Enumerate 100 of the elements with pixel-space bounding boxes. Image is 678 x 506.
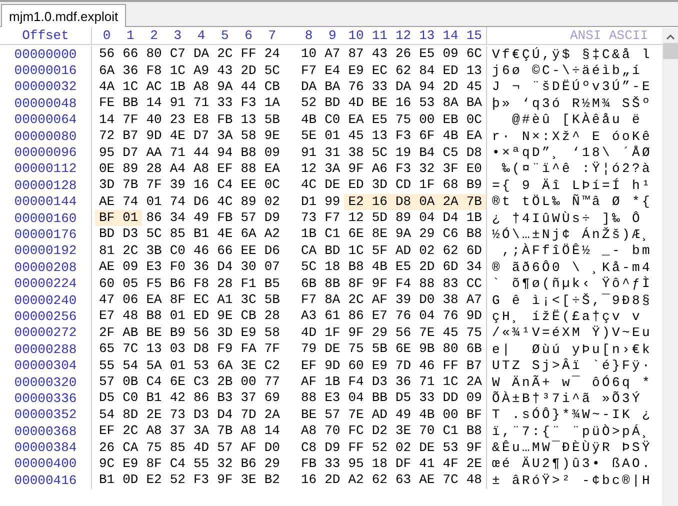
hex-byte[interactable]: 85 [166, 226, 190, 242]
hex-byte[interactable]: 36 [190, 259, 214, 276]
hex-byte[interactable]: 4B [297, 112, 321, 128]
hex-byte[interactable]: 9F [344, 160, 368, 177]
hex-byte[interactable]: A4 [166, 160, 190, 177]
hex-byte[interactable]: A6 [368, 160, 392, 177]
hex-byte[interactable]: 56 [95, 46, 119, 62]
hex-byte[interactable]: BE [368, 95, 392, 112]
hex-byte[interactable]: 02 [415, 242, 439, 259]
hex-byte[interactable]: EF [213, 160, 237, 177]
hex-byte[interactable]: 38 [344, 144, 368, 161]
hex-byte[interactable]: EE [236, 242, 260, 259]
hex-byte[interactable]: DE [415, 440, 439, 456]
hex-byte[interactable]: 9F [344, 324, 368, 341]
hex-byte[interactable]: FC [344, 423, 368, 440]
hex-byte[interactable]: BD [95, 226, 119, 242]
hex-byte[interactable]: 2C [344, 292, 368, 308]
hex-byte[interactable]: 62 [368, 472, 392, 488]
hex-byte[interactable]: 3D [95, 177, 119, 194]
hex-byte[interactable]: D0 [415, 292, 439, 308]
hex-byte[interactable]: 80 [438, 341, 462, 358]
hex-byte[interactable]: 24 [260, 46, 284, 62]
hex-byte[interactable]: 86 [190, 390, 214, 406]
hex-byte[interactable]: 7F [260, 341, 284, 358]
hex-byte[interactable]: 66 [118, 46, 142, 62]
hex-byte[interactable]: F4 [344, 374, 368, 390]
hex-byte[interactable]: 89 [118, 160, 142, 177]
hex-byte[interactable]: 39 [392, 292, 416, 308]
hex-byte[interactable]: 2D [415, 259, 439, 276]
hex-byte[interactable]: F3 [190, 472, 214, 488]
hex-byte[interactable]: B1 [142, 390, 166, 406]
hex-byte[interactable]: B6 [236, 456, 260, 472]
hex-byte[interactable]: 13 [142, 341, 166, 358]
hex-byte[interactable]: A2 [260, 226, 284, 242]
hex-byte[interactable]: 4D [344, 95, 368, 112]
hex-byte[interactable]: 68 [438, 177, 462, 194]
hex-byte[interactable]: 71 [415, 374, 439, 390]
hex-byte[interactable]: 77 [260, 374, 284, 390]
hex-byte[interactable]: 2E [462, 456, 486, 472]
hex-byte[interactable]: 9D [320, 358, 344, 374]
hex-byte[interactable]: 72 [95, 128, 119, 144]
scrollbar[interactable] [662, 28, 678, 506]
hex-byte[interactable]: 70 [415, 423, 439, 440]
hex-byte[interactable]: C6 [438, 226, 462, 242]
hex-byte[interactable]: AF [297, 374, 321, 390]
hex-byte[interactable]: 94 [213, 144, 237, 161]
hex-byte[interactable]: 91 [166, 95, 190, 112]
hex-byte[interactable]: DD [438, 390, 462, 406]
hex-byte[interactable]: B1 [95, 472, 119, 488]
hex-byte[interactable]: AB [118, 324, 142, 341]
hex-byte[interactable]: 16 [297, 472, 321, 488]
hex-byte[interactable]: B8 [462, 226, 486, 242]
hex-byte[interactable]: EA [142, 292, 166, 308]
hex-byte[interactable]: AA [142, 144, 166, 161]
hex-byte[interactable]: 6F [415, 128, 439, 144]
hex-byte[interactable]: 71 [190, 95, 214, 112]
hex-byte[interactable]: 6D [462, 242, 486, 259]
hex-byte[interactable]: 95 [344, 456, 368, 472]
hex-byte[interactable]: CB [236, 308, 260, 324]
hex-byte[interactable]: 16 [368, 194, 392, 210]
hex-byte[interactable]: 88 [297, 390, 321, 406]
hex-byte[interactable]: D5 [392, 390, 416, 406]
hex-byte[interactable]: 4B [438, 128, 462, 144]
hex-byte[interactable]: 9F [368, 276, 392, 292]
hex-byte[interactable]: F3 [236, 95, 260, 112]
hex-byte[interactable]: 63 [392, 472, 416, 488]
hex-byte[interactable]: 84 [415, 62, 439, 79]
hex-byte[interactable]: 3E [392, 423, 416, 440]
hex-byte[interactable]: 83 [438, 276, 462, 292]
hex-byte[interactable]: 7E [415, 324, 439, 341]
hex-byte[interactable]: 2D [438, 78, 462, 95]
hex-byte[interactable]: 6A [236, 226, 260, 242]
hex-byte[interactable]: D2 [368, 423, 392, 440]
hex-byte[interactable]: 56 [190, 324, 214, 341]
hex-byte[interactable]: 86 [142, 210, 166, 226]
hex-byte[interactable]: E2 [142, 472, 166, 488]
hex-byte[interactable]: B8 [236, 144, 260, 161]
hex-byte[interactable]: 6A [213, 358, 237, 374]
hex-byte[interactable]: 4F [438, 456, 462, 472]
hex-byte[interactable]: ED [344, 177, 368, 194]
hex-byte[interactable]: 6E [166, 374, 190, 390]
hex-byte[interactable]: E9 [368, 358, 392, 374]
hex-byte[interactable]: 3E [236, 358, 260, 374]
hex-byte[interactable]: 79 [297, 341, 321, 358]
hex-byte[interactable]: A8 [142, 423, 166, 440]
hex-byte[interactable]: B5 [260, 276, 284, 292]
hex-byte[interactable]: 99 [320, 194, 344, 210]
hex-byte[interactable]: BE [297, 406, 321, 423]
hex-byte[interactable]: 9D [142, 128, 166, 144]
hex-byte[interactable]: 06 [118, 292, 142, 308]
hex-byte[interactable]: 04 [415, 210, 439, 226]
hex-byte[interactable]: 3E [236, 472, 260, 488]
hex-byte[interactable]: 18 [320, 259, 344, 276]
hex-byte[interactable]: 5C [368, 144, 392, 161]
hex-byte[interactable]: 1B [320, 374, 344, 390]
hex-byte[interactable]: 07 [260, 259, 284, 276]
hex-byte[interactable]: 8A [320, 292, 344, 308]
hex-byte[interactable]: 45 [462, 78, 486, 95]
hex-byte[interactable]: 70 [320, 423, 344, 440]
hex-byte[interactable]: CC [462, 276, 486, 292]
